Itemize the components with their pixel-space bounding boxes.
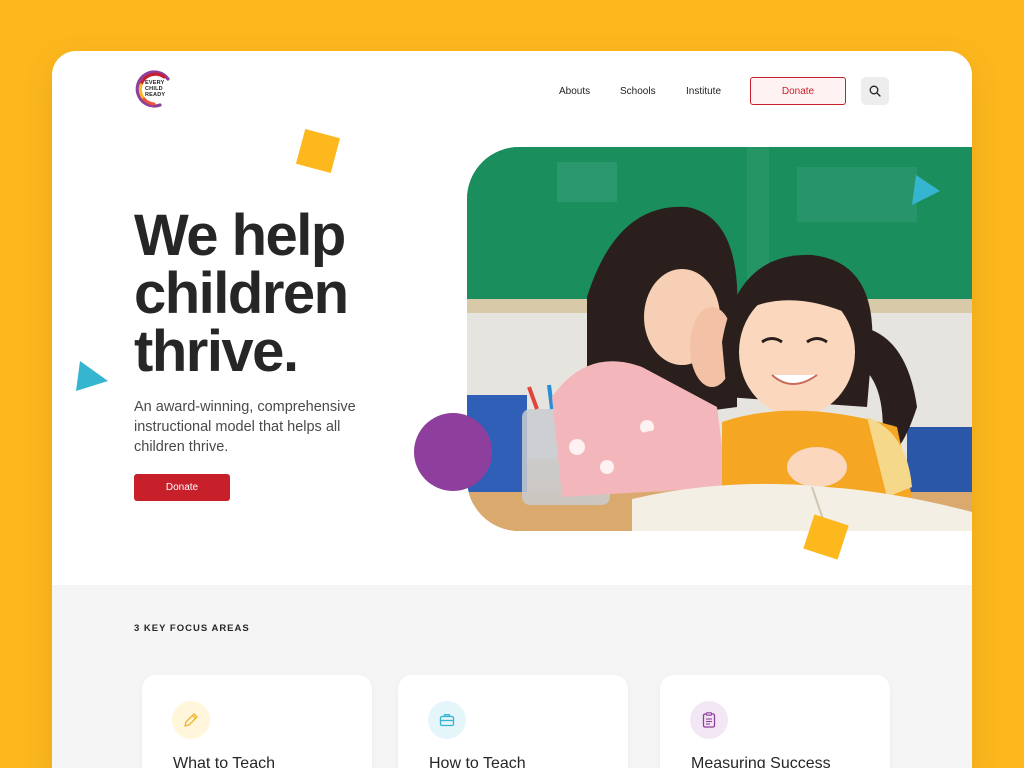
focus-areas-section: 3 KEY FOCUS AREAS What to Teach How to T…	[52, 585, 972, 768]
nav-item-schools[interactable]: Schools	[620, 86, 656, 97]
yellow-square-shape	[295, 128, 341, 174]
teal-triangle-left-shape	[76, 361, 108, 391]
focus-card-title: How to Teach	[429, 755, 526, 768]
focus-card-title: Measuring Success	[691, 755, 831, 768]
teal-triangle-right-shape	[912, 175, 940, 205]
clipboard-icon	[690, 701, 728, 739]
logo-text: EVERY CHILD READY	[145, 80, 165, 98]
yellow-square-bottom-shape	[803, 514, 849, 560]
nav-item-institute[interactable]: Institute	[686, 86, 721, 97]
focus-card-title: What to Teach	[173, 755, 275, 768]
search-icon	[869, 85, 881, 97]
headline-line-2: children	[134, 261, 349, 326]
briefcase-icon	[428, 701, 466, 739]
hero-headline: We help children thrive.	[134, 207, 434, 381]
headline-line-1: We help	[134, 203, 346, 268]
pencil-icon	[172, 701, 210, 739]
hero-subtext: An award-winning, comprehensive instruct…	[134, 399, 356, 455]
focus-card-how-to-teach[interactable]: How to Teach	[398, 675, 628, 768]
nav-item-abouts[interactable]: Abouts	[559, 86, 590, 97]
hero-donate-button[interactable]: Donate	[134, 474, 230, 501]
page-card: EVERY CHILD READY Abouts Schools Institu…	[52, 51, 972, 768]
focus-card-what-to-teach[interactable]: What to Teach	[142, 675, 372, 768]
focus-section-label: 3 KEY FOCUS AREAS	[134, 623, 250, 634]
header-donate-button[interactable]: Donate	[750, 77, 846, 105]
site-logo[interactable]: EVERY CHILD READY	[134, 69, 174, 109]
headline-line-3: thrive.	[134, 319, 299, 384]
focus-card-measuring-success[interactable]: Measuring Success	[660, 675, 890, 768]
search-button[interactable]	[861, 77, 889, 105]
photo-illustration	[467, 147, 972, 531]
purple-circle-shape	[414, 413, 492, 491]
hero-photo	[467, 147, 972, 531]
logo-line-3: READY	[145, 92, 166, 98]
